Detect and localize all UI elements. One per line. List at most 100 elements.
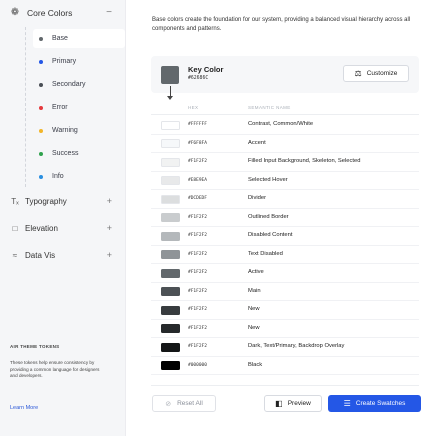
color-dot-icon (39, 82, 43, 87)
tokens-title: AIR THEME TOKENS (10, 344, 60, 349)
section-label: Data Vis (25, 250, 56, 260)
swatch-row[interactable]: #DCDEDF Divider (151, 190, 419, 209)
preview-button[interactable]: ◧ Preview (264, 395, 322, 412)
swatch-row[interactable]: #F1F2F2 Active (151, 264, 419, 283)
learn-more-link[interactable]: Learn More (10, 405, 38, 411)
sidebar-color-item[interactable]: Secondary (33, 75, 125, 94)
sidebar-color-item[interactable]: Warning (33, 121, 125, 140)
swatch-hex: #F1F2F2 (188, 214, 207, 220)
swatch-semantic-name: Active (248, 269, 264, 275)
swatch-row[interactable]: #E8E9EA Selected Hover (151, 172, 419, 190)
color-swatch[interactable] (161, 250, 180, 259)
swatch-hex: #F1F2F2 (188, 233, 207, 238)
layers-icon: □ (12, 223, 18, 233)
swatch-semantic-name: New (248, 306, 260, 312)
swatch-row[interactable]: #F6F8FA Accent (151, 135, 419, 153)
sidebar-color-item[interactable]: Primary (33, 52, 125, 71)
section-label: Typography (25, 196, 67, 206)
swatch-row[interactable]: #F1F2F2 Main (151, 283, 419, 301)
key-color-swatch[interactable] (161, 66, 179, 84)
customize-button[interactable]: ⚖ Customize (343, 65, 409, 82)
swatch-hex: #E8E9EA (188, 177, 207, 183)
swatch-row[interactable]: #F1F2F2 Disabled Content (151, 227, 419, 246)
sidebar-color-label: Info (52, 173, 64, 180)
swatch-semantic-name: Filled Input Background, Skeleton, Selec… (248, 158, 361, 164)
sidebar-color-item[interactable]: Base (33, 29, 125, 48)
text-icon: Tₓ (11, 196, 19, 206)
create-swatches-button[interactable]: ☰ Create Swatches (328, 395, 421, 412)
swatch-row[interactable]: #FFFFFF Contrast, Common/White (151, 116, 419, 135)
sidebar-color-label: Error (52, 104, 68, 111)
swatch-hex: #FFFFFF (188, 122, 207, 127)
swatch-row[interactable]: #000000 Black (151, 357, 419, 375)
section-data-vis[interactable]: ≈ Data Vis + (0, 246, 126, 264)
swatch-hex: #F1F2F2 (188, 251, 207, 257)
palette-icon: ❁ (10, 7, 20, 18)
column-header-semantic-name: SEMANTIC NAME (248, 105, 291, 110)
list-icon: ☰ (343, 399, 351, 408)
swatch-semantic-name: New (248, 324, 260, 331)
swatch-row[interactable]: #F1F2F2 New (151, 320, 419, 338)
color-dot-icon (39, 151, 43, 156)
preview-label: Preview (287, 400, 311, 407)
sidebar-color-item[interactable]: Info (33, 167, 125, 186)
section-typography[interactable]: Tₓ Typography + (0, 192, 126, 210)
color-swatch[interactable] (161, 176, 180, 185)
swatch-semantic-name: Black (248, 361, 263, 368)
sidebar-color-item[interactable]: Success (33, 144, 125, 163)
reset-label: Reset All (177, 400, 203, 407)
color-swatch[interactable] (161, 231, 180, 241)
color-dot-icon (39, 36, 43, 41)
reset-icon: ⊘ (165, 400, 172, 408)
sidebar-color-label: Warning (52, 127, 78, 134)
sidebar-color-label: Primary (52, 58, 77, 65)
column-header-hex: HEX (188, 105, 199, 110)
reset-all-button[interactable]: ⊘ Reset All (152, 395, 216, 412)
swatch-semantic-name: Contrast, Common/White (248, 121, 314, 127)
swatch-row[interactable]: #F1F2F2 New (151, 301, 419, 320)
color-dot-icon (39, 128, 43, 133)
collapse-icon[interactable]: − (106, 8, 112, 18)
color-swatch[interactable] (161, 287, 180, 296)
paint-bucket-icon: ⚖ (354, 69, 362, 78)
color-swatch[interactable] (161, 213, 180, 222)
core-colors-header[interactable]: ❁ Core Colors − (0, 0, 126, 26)
color-swatch[interactable] (161, 268, 180, 278)
swatch-hex: #F1F2F2 (188, 270, 207, 275)
expand-icon[interactable]: + (107, 196, 112, 206)
swatch-hex: #F1F2F2 (188, 307, 207, 312)
color-swatch[interactable] (161, 139, 180, 148)
sidebar: ❁ Core Colors − Base Primary Secondary Erro… (0, 0, 126, 436)
swatch-row[interactable]: #F1F2F2 Filled Input Background, Skeleton… (151, 153, 419, 172)
page-description: Base colors create the foundation for ou… (152, 17, 411, 32)
color-dot-icon (39, 59, 43, 64)
key-color-title: Key Color (188, 65, 224, 74)
swatch-semantic-name: Disabled Content (248, 232, 293, 238)
divider (151, 114, 419, 115)
preview-icon: ◧ (275, 399, 283, 408)
color-swatch[interactable] (161, 361, 180, 370)
sidebar-color-item[interactable]: Error (33, 98, 125, 117)
sidebar-color-label: Base (52, 35, 68, 42)
create-label: Create Swatches (355, 400, 406, 407)
swatch-row[interactable]: #F1F2F2 Text Disabled (151, 246, 419, 264)
swatch-row[interactable]: #F1F2F2 Outlined Border (151, 209, 419, 227)
expand-icon[interactable]: + (107, 223, 112, 233)
color-swatch[interactable] (161, 194, 180, 204)
swatch-semantic-name: Outlined Border (248, 213, 289, 220)
swatch-hex: #000000 (188, 362, 207, 368)
swatch-row[interactable]: #F1F2F2 Dark, Text/Primary, Backdrop Over… (151, 338, 419, 357)
swatch-hex: #F6F8FA (188, 140, 207, 146)
swatch-semantic-name: Selected Hover (248, 176, 288, 183)
color-swatch[interactable] (161, 324, 180, 333)
expand-icon[interactable]: + (107, 250, 112, 260)
color-swatch[interactable] (161, 120, 180, 130)
color-swatch[interactable] (161, 342, 180, 352)
divider (151, 385, 419, 386)
section-elevation[interactable]: □ Elevation + (0, 219, 126, 237)
swatch-semantic-name: Dark, Text/Primary, Backdrop Overlay (248, 343, 345, 349)
swatch-semantic-name: Main (248, 287, 261, 294)
tree-guide (25, 27, 26, 187)
color-swatch[interactable] (161, 157, 180, 167)
color-swatch[interactable] (161, 305, 180, 315)
